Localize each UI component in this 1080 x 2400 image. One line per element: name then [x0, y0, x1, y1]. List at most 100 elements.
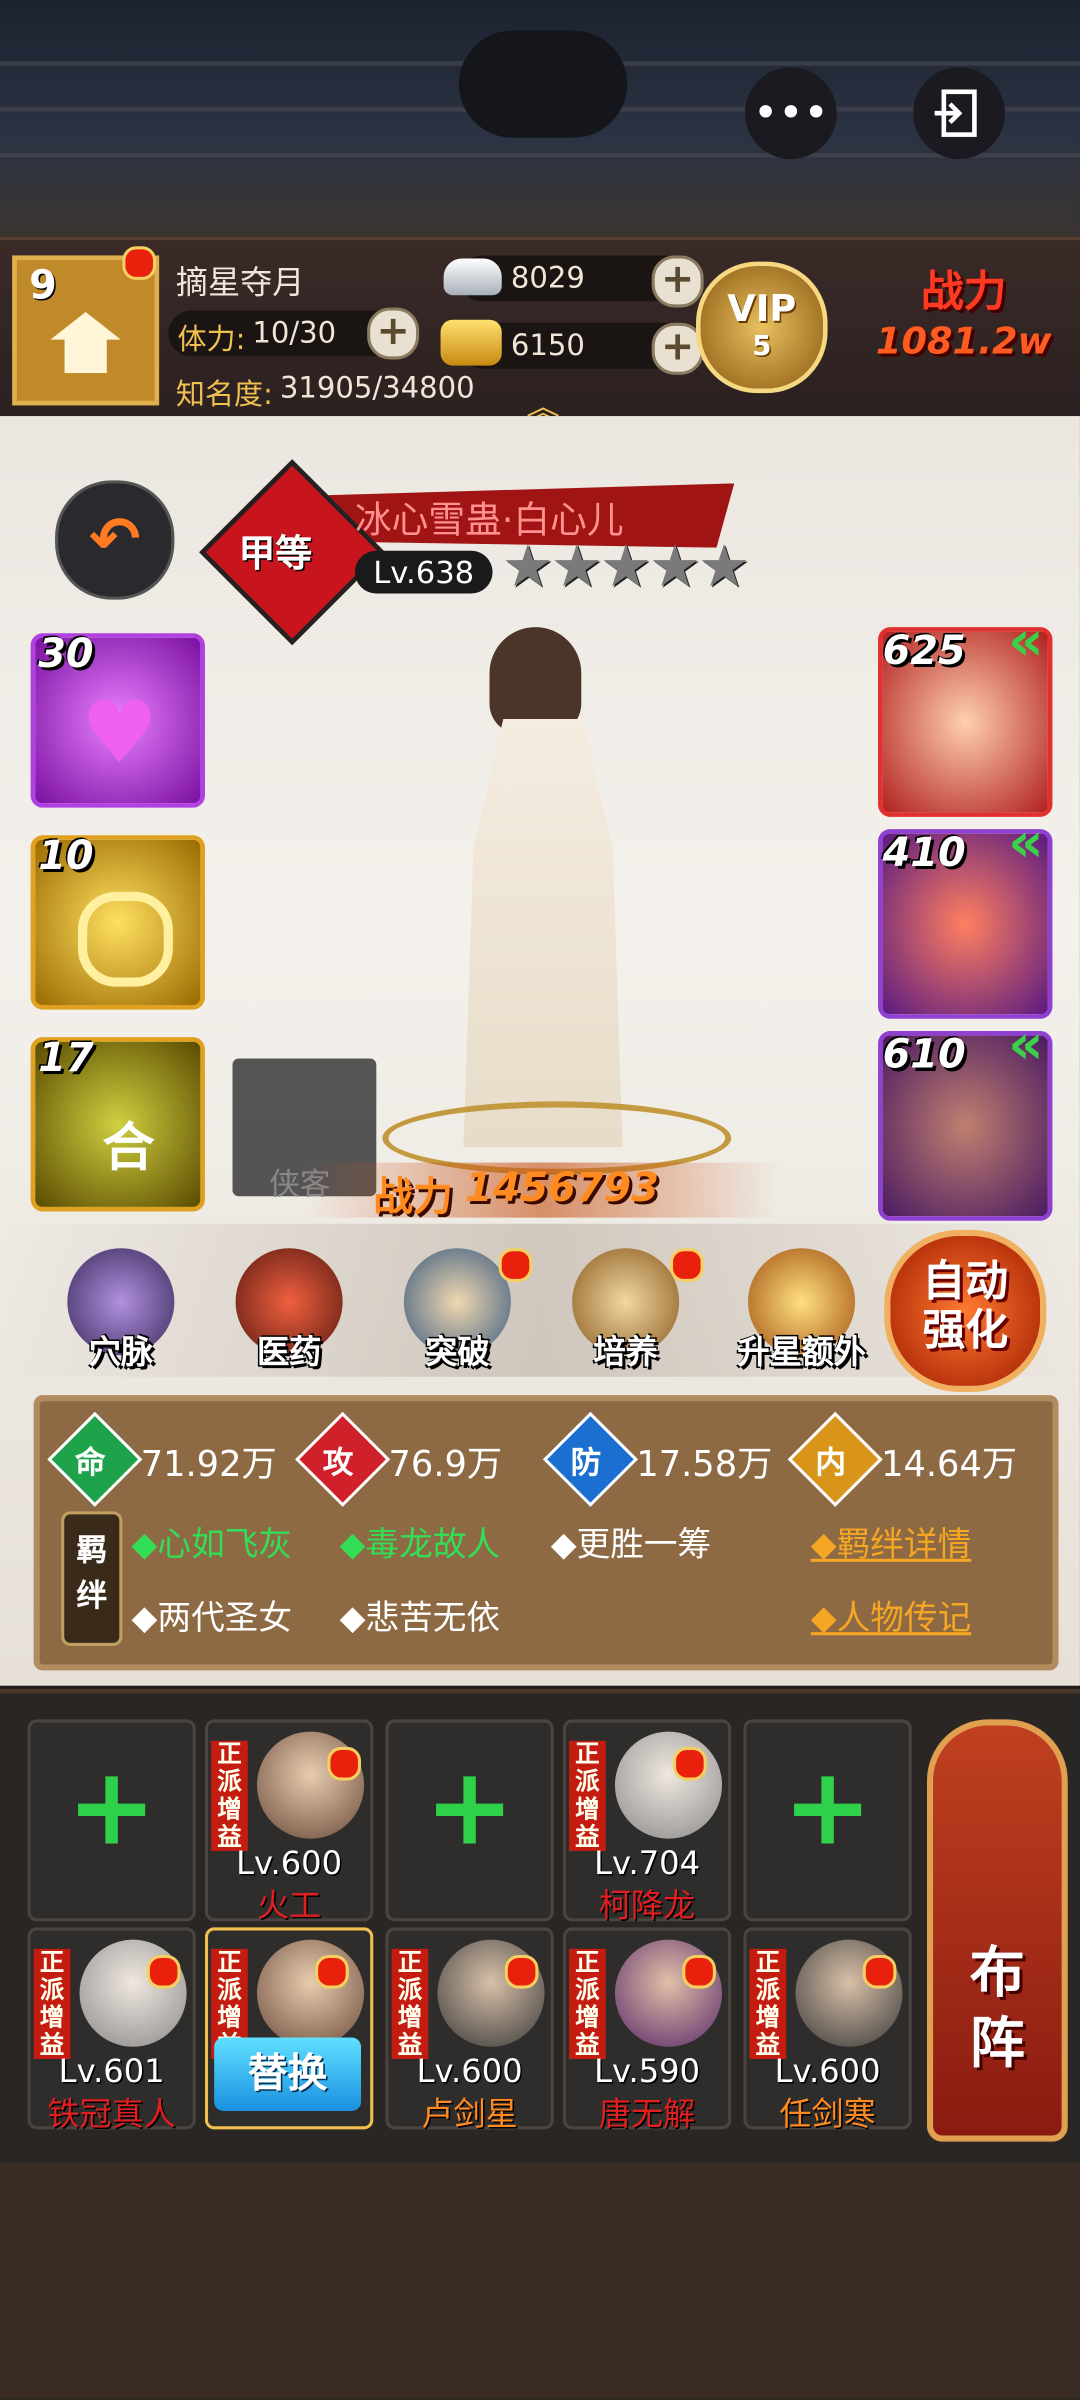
faction-tag: 正派增益 — [569, 1740, 606, 1851]
bond-item[interactable]: ◆毒龙故人 — [340, 1517, 500, 1566]
auto-enhance-button[interactable]: 自动强化 — [884, 1229, 1047, 1393]
team-slot-hero[interactable]: 正派增益 Lv.600 火工 — [204, 1719, 374, 1924]
bond-item[interactable]: ◆悲苦无依 — [340, 1591, 500, 1640]
hero-level: Lv.601 — [58, 2052, 165, 2090]
notification-dot — [327, 1746, 362, 1781]
bond-badge-label: 羁绊 — [76, 1531, 108, 1614]
star-icon: ★ — [599, 532, 652, 600]
menu-label: 突破 — [425, 1333, 490, 1371]
notification-dot — [122, 246, 157, 280]
team-slot-hero[interactable]: 正派增益 Lv.600 任剑寒 — [743, 1927, 912, 2132]
faction-tag: 正派增益 — [211, 1740, 248, 1851]
add-icon: + — [66, 1743, 157, 1870]
skill-count: 17 — [38, 1035, 94, 1082]
formation-button[interactable]: 布阵 — [926, 1719, 1068, 2142]
team-slot-hero[interactable]: 正派增益 Lv.590 唐无解 — [562, 1927, 732, 2132]
stat-icon-label: 攻 — [322, 1444, 354, 1481]
bond-item[interactable]: ◆心如飞灰 — [132, 1517, 292, 1566]
stat-value: 76.9万 — [388, 1445, 503, 1486]
power-display[interactable]: 战力 1081.2w — [857, 259, 1071, 397]
hero-level: Lv.590 — [594, 2052, 701, 2090]
stat-value: 17.58万 — [636, 1445, 773, 1486]
hero-portrait — [614, 1731, 723, 1839]
formation-label: 布阵 — [969, 1942, 1025, 2076]
team-slot-empty[interactable]: + — [743, 1719, 912, 1922]
menu-label: 升星额外 — [737, 1333, 866, 1371]
hero-level: Lv.704 — [594, 1844, 701, 1882]
skill-count: 10 — [38, 833, 94, 880]
add-stamina-button[interactable]: + — [367, 307, 420, 360]
notification-dot — [504, 1954, 539, 1989]
team-slot-empty[interactable]: + — [385, 1719, 554, 1922]
equip-slot-armor[interactable]: 410 « — [878, 812, 1053, 1019]
team-slot-hero[interactable]: 正派增益 Lv.601 铁冠真人 — [27, 1927, 196, 2132]
grade-label: 甲等 — [238, 532, 313, 576]
bond-detail-link[interactable]: ◆羁绊详情 — [811, 1517, 971, 1566]
replace-button[interactable]: 替换 — [214, 2037, 362, 2111]
biography-link[interactable]: ◆人物传记 — [811, 1591, 971, 1640]
hero-head — [489, 627, 582, 735]
menu-label: 医药 — [256, 1333, 322, 1371]
equip-count: 625 — [882, 628, 966, 675]
more-button[interactable]: ••• — [744, 67, 837, 160]
hero-level: Lv.600 — [774, 2052, 881, 2090]
notification-dot — [315, 1954, 349, 1989]
team-slot-hero[interactable]: 正派增益 Lv.600 卢剑星 — [385, 1927, 554, 2132]
add-icon: + — [782, 1743, 873, 1870]
upgrade-arrow-icon: « — [1008, 1014, 1044, 1077]
back-button[interactable]: ↶ — [55, 480, 175, 600]
menu-star-up[interactable]: 升星额外 — [725, 1248, 878, 1373]
stat-value: 71.92万 — [140, 1445, 277, 1486]
hero-name: 卢剑星 — [421, 2095, 518, 2133]
skill-slot-combo[interactable]: 17 合 — [30, 1035, 205, 1212]
stat-icon-label: 命 — [74, 1444, 106, 1481]
star-icon: ★ — [501, 532, 554, 600]
bottom-decor — [0, 2162, 1080, 2399]
equip-slot-weapon[interactable]: 625 « — [878, 610, 1053, 817]
exit-button[interactable] — [913, 67, 1006, 160]
hero-name: 铁冠真人 — [47, 2095, 176, 2133]
bond-item[interactable]: ◆更胜一筹 — [551, 1517, 711, 1566]
hero-robe — [463, 718, 623, 1148]
stamina-value: 10/30 — [252, 316, 337, 351]
hero-name: 唐无解 — [598, 2095, 696, 2133]
stat-icon-label: 内 — [815, 1444, 846, 1481]
fame-value: 31905/34800 — [279, 371, 475, 406]
hero-name: 任剑寒 — [779, 2095, 876, 2133]
combo-icon: 合 — [102, 1118, 155, 1180]
faction-tag: 正派增益 — [569, 1948, 606, 2059]
team-slot-hero[interactable]: 正派增益 Lv.704 柯降龙 — [562, 1719, 732, 1924]
hero-name: 火工 — [256, 1887, 322, 1925]
hero-level: Lv.600 — [236, 1844, 343, 1882]
power-label: 战力 — [920, 266, 1007, 317]
skill-slot-heart[interactable]: 30 ♥ — [30, 632, 205, 808]
add-silver-button[interactable]: + — [651, 255, 704, 308]
auto-enhance-label: 自动强化 — [922, 1255, 1009, 1356]
player-info-bar: 9 摘星夺月 体力: 10/30 + 知名度: 31905/34800 8029… — [0, 237, 1080, 428]
upgrade-arrow-icon: « — [1008, 812, 1044, 875]
upgrade-arrow-icon: « — [1008, 610, 1044, 674]
gold-amount: 6150 — [510, 328, 585, 363]
menu-label: 培养 — [593, 1333, 658, 1371]
stats-panel: 命 71.92万 攻 76.9万 防 17.58万 内 14.64万 羁绊 ◆心… — [33, 1395, 1059, 1671]
faction-tag: 正派增益 — [749, 1948, 787, 2059]
exit-icon — [934, 89, 977, 137]
notification-dot — [146, 1954, 181, 1989]
equip-slot-vase[interactable]: 610 « — [878, 1014, 1053, 1221]
menu-acupoint[interactable]: 穴脉 — [52, 1248, 190, 1373]
team-slot-empty[interactable]: + — [27, 1719, 196, 1922]
menu-medicine[interactable]: 医药 — [220, 1248, 358, 1373]
power-value: 1081.2w — [875, 319, 1052, 363]
skill-slot-swirl[interactable]: 10 — [30, 833, 205, 1010]
bond-badge: 羁绊 — [61, 1511, 123, 1646]
bond-item[interactable]: ◆两代圣女 — [132, 1591, 292, 1640]
player-level: 9 — [29, 263, 57, 309]
stat-inner: 内 14.64万 — [787, 1411, 1040, 1507]
star-icon: ★ — [698, 532, 750, 600]
vip-badge[interactable]: VIP 5 — [696, 261, 828, 394]
equip-count: 610 — [882, 1032, 966, 1079]
swirl-icon — [78, 891, 173, 987]
team-slot-current[interactable]: 正派增益 替换 — [204, 1927, 374, 2130]
hero-level: Lv.638 — [373, 553, 475, 591]
hero-figure[interactable] — [382, 612, 732, 1193]
